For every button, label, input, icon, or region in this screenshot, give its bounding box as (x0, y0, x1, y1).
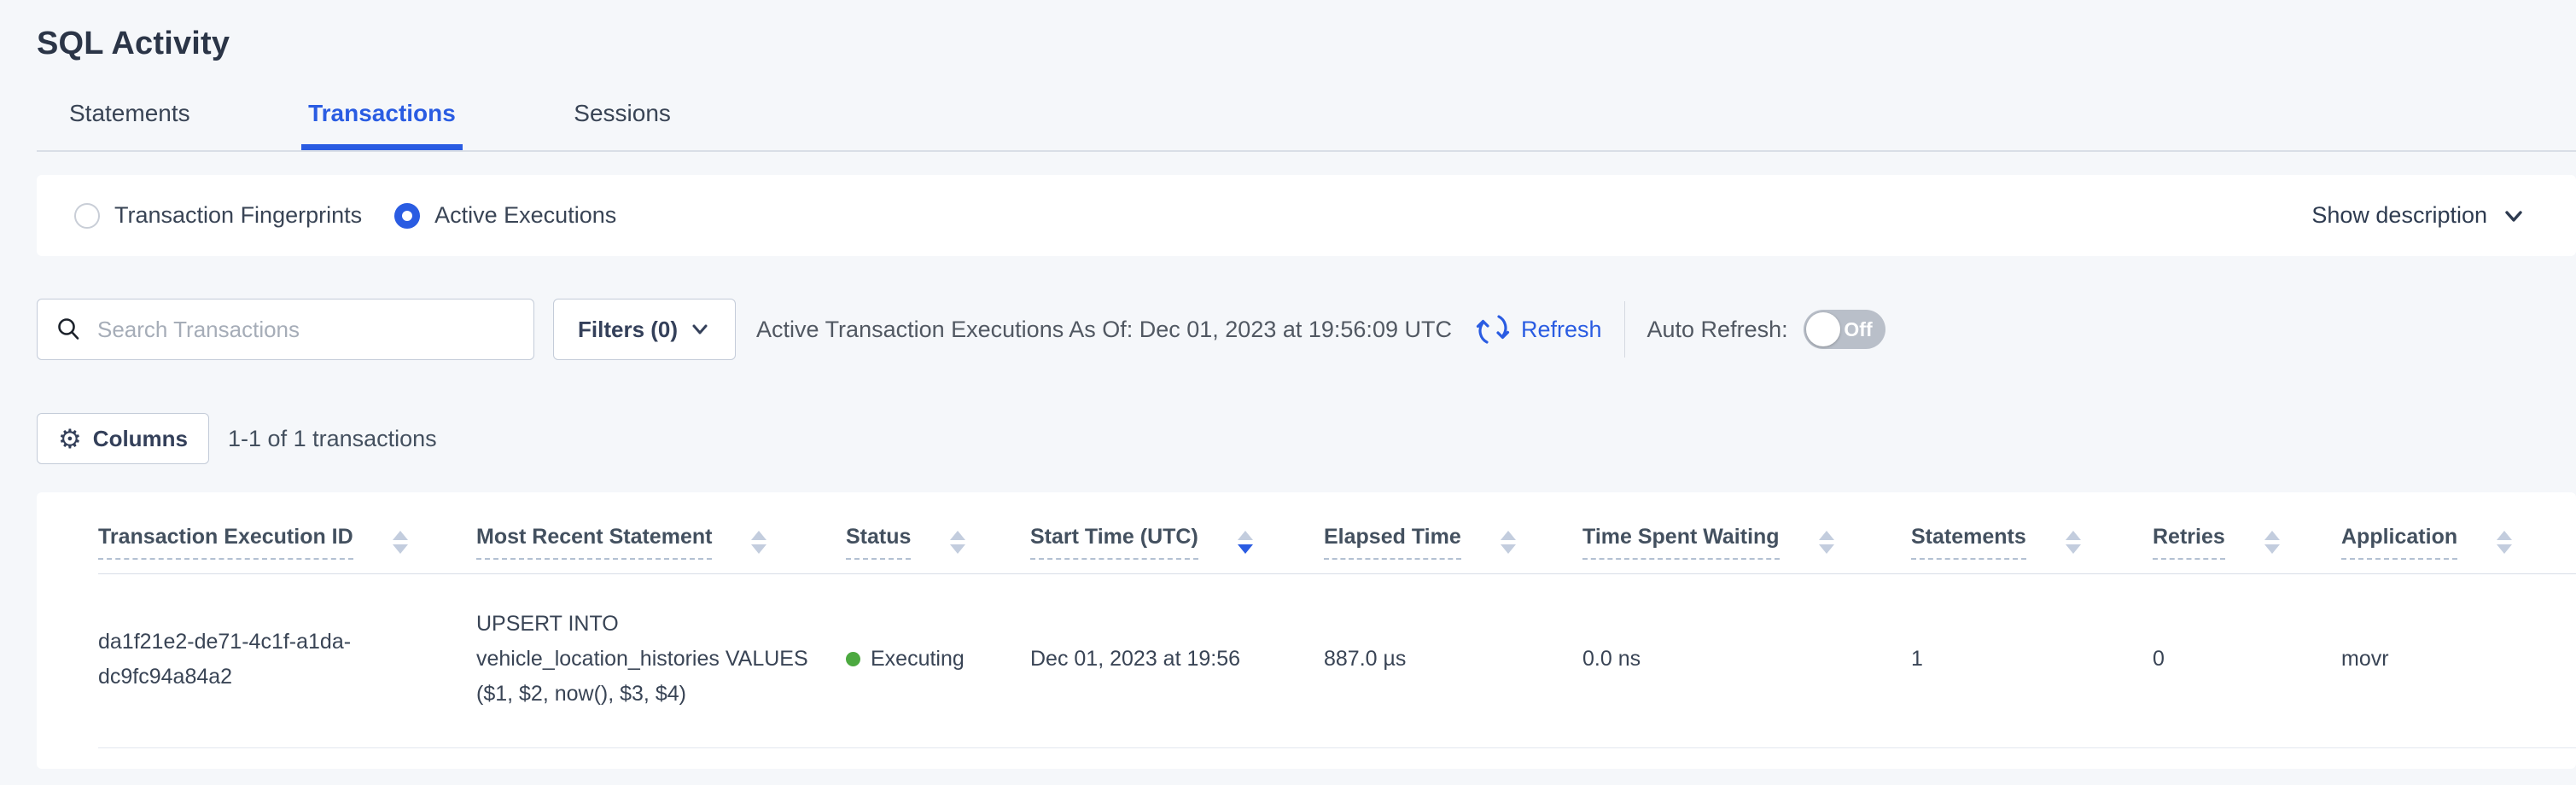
column-header-statements[interactable]: Statements (1911, 525, 2153, 573)
sort-icon-active[interactable] (1238, 531, 1253, 554)
refresh-label: Refresh (1521, 317, 1602, 343)
columns-button-label: Columns (93, 426, 188, 452)
sort-icon[interactable] (1501, 531, 1516, 554)
search-input[interactable] (97, 317, 516, 343)
tabbar: Statements Transactions Sessions (37, 100, 2576, 152)
status-text: Executing (871, 642, 965, 677)
column-header-application[interactable]: Application (2341, 525, 2576, 573)
column-header-elapsed-time[interactable]: Elapsed Time (1324, 525, 1582, 573)
chevron-down-icon (2501, 203, 2526, 229)
radio-transaction-fingerprints[interactable]: Transaction Fingerprints (74, 202, 362, 229)
show-description-toggle[interactable]: Show description (2311, 202, 2526, 229)
cell-most-recent-statement[interactable]: UPSERT INTO vehicle_location_histories V… (476, 607, 809, 712)
column-header-label[interactable]: Transaction Execution ID (98, 525, 353, 560)
column-header-retries[interactable]: Retries (2153, 525, 2341, 573)
search-box[interactable] (37, 299, 534, 360)
tab-transactions[interactable]: Transactions (301, 100, 463, 150)
columns-button[interactable]: ⚙ Columns (37, 413, 209, 464)
column-header-label[interactable]: Time Spent Waiting (1582, 525, 1780, 560)
radio-circle-icon[interactable] (394, 203, 420, 229)
auto-refresh-label: Auto Refresh: (1647, 317, 1788, 343)
column-header-label[interactable]: Start Time (UTC) (1030, 525, 1198, 560)
cell-start-time: Dec 01, 2023 at 19:56 (1030, 642, 1324, 677)
column-header-label[interactable]: Application (2341, 525, 2457, 560)
sort-icon[interactable] (2264, 531, 2280, 554)
cell-time-spent-waiting: 0.0 ns (1582, 642, 1911, 677)
filters-button[interactable]: Filters (0) (553, 299, 736, 360)
toggle-knob[interactable] (1806, 312, 1840, 346)
filters-button-label: Filters (0) (578, 317, 678, 343)
column-header-most-recent-statement[interactable]: Most Recent Statement (476, 525, 846, 573)
sql-activity-page: SQL Activity Statements Transactions Ses… (0, 0, 2576, 785)
column-header-label[interactable]: Elapsed Time (1324, 525, 1461, 560)
page-title: SQL Activity (0, 0, 2576, 62)
vertical-divider (1624, 301, 1625, 358)
auto-refresh-state: Off (1844, 318, 1872, 341)
table-toolbar: ⚙ Columns 1-1 of 1 transactions (37, 413, 2576, 464)
view-mode-panel: Transaction Fingerprints Active Executio… (37, 175, 2576, 256)
radio-label: Active Executions (434, 202, 616, 229)
column-header-transaction-execution-id[interactable]: Transaction Execution ID (98, 525, 476, 573)
as-of-timestamp: Active Transaction Executions As Of: Dec… (756, 317, 1452, 343)
column-header-label[interactable]: Retries (2153, 525, 2225, 560)
column-header-start-time[interactable]: Start Time (UTC) (1030, 525, 1324, 573)
column-header-status[interactable]: Status (846, 525, 1030, 573)
sort-icon[interactable] (950, 531, 965, 554)
sort-icon[interactable] (393, 531, 408, 554)
radio-label: Transaction Fingerprints (114, 202, 362, 229)
sort-icon[interactable] (751, 531, 766, 554)
search-icon (55, 316, 82, 343)
cell-application: movr (2341, 642, 2576, 677)
show-description-label: Show description (2311, 202, 2487, 229)
results-count: 1-1 of 1 transactions (228, 426, 437, 452)
column-header-label[interactable]: Statements (1911, 525, 2026, 560)
cell-statements: 1 (1911, 642, 2153, 677)
tab-sessions[interactable]: Sessions (567, 100, 678, 150)
sort-icon[interactable] (2497, 531, 2512, 554)
refresh-button[interactable]: Refresh (1474, 311, 1602, 348)
status-executing-dot-icon (846, 652, 860, 666)
controls-row: Filters (0) Active Transaction Execution… (37, 299, 2576, 360)
radio-circle-icon[interactable] (74, 203, 100, 229)
column-header-label[interactable]: Status (846, 525, 911, 560)
cell-status: Executing (846, 642, 1030, 677)
cell-retries: 0 (2153, 642, 2341, 677)
table-header-row: Transaction Execution ID Most Recent Sta… (98, 492, 2576, 574)
table-row[interactable]: da1f21e2-de71-4c1f-a1da-dc9fc94a84a2 UPS… (98, 574, 2576, 748)
column-header-time-spent-waiting[interactable]: Time Spent Waiting (1582, 525, 1911, 573)
gear-icon: ⚙ (58, 426, 82, 452)
refresh-icon (1474, 311, 1512, 348)
sort-icon[interactable] (2066, 531, 2081, 554)
cell-elapsed-time: 887.0 µs (1324, 642, 1582, 677)
transactions-table: Transaction Execution ID Most Recent Sta… (37, 492, 2576, 769)
sort-icon[interactable] (1819, 531, 1834, 554)
auto-refresh-toggle[interactable]: Off (1804, 310, 1885, 349)
column-header-label[interactable]: Most Recent Statement (476, 525, 712, 560)
cell-transaction-execution-id[interactable]: da1f21e2-de71-4c1f-a1da-dc9fc94a84a2 (98, 625, 393, 695)
radio-active-executions[interactable]: Active Executions (394, 202, 616, 229)
tab-statements[interactable]: Statements (62, 100, 197, 150)
chevron-down-icon (689, 318, 711, 340)
